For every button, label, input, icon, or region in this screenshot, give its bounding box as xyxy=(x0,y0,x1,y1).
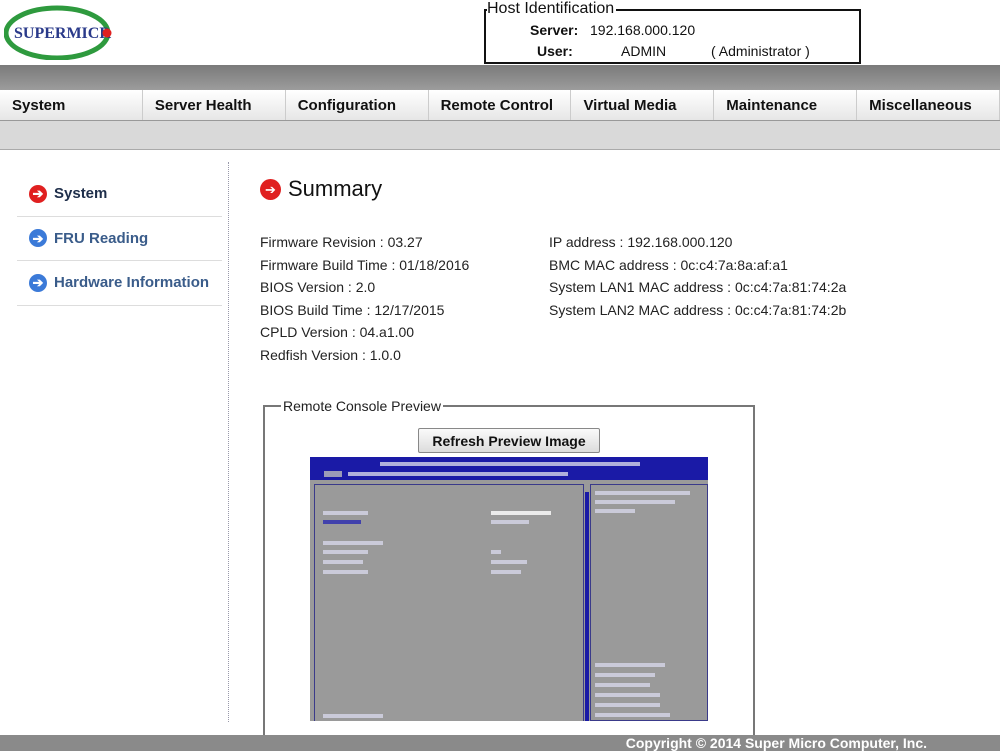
firmware-revision: Firmware Revision : 03.27 xyxy=(260,234,423,250)
nav-server-health[interactable]: Server Health xyxy=(143,90,286,120)
sidebar-item-hardware-information[interactable]: ➔ Hardware Information xyxy=(17,261,222,306)
sidebar-divider xyxy=(228,162,229,722)
preview-legend: Remote Console Preview xyxy=(283,398,441,414)
user-role: ( Administrator ) xyxy=(711,43,810,59)
sidebar: ➔ System ➔ FRU Reading ➔ Hardware Informati… xyxy=(17,172,222,306)
ip-address: IP address : 192.168.000.120 xyxy=(549,234,733,250)
nav-virtual-media[interactable]: Virtual Media xyxy=(571,90,715,120)
firmware-build-time: Firmware Build Time : 01/18/2016 xyxy=(260,256,470,273)
firmware-info: Firmware Revision : 03.27 Firmware Build… xyxy=(260,231,469,366)
supermicro-logo: SUPERMICR xyxy=(4,5,112,60)
lan1-mac-address: System LAN1 MAC address : 0c:c4:7a:81:74… xyxy=(549,279,847,295)
nav-remote-control[interactable]: Remote Control xyxy=(429,90,572,120)
user-value: ADMIN xyxy=(621,43,667,59)
sidebar-item-fru-reading[interactable]: ➔ FRU Reading xyxy=(17,217,222,261)
user-label: User: xyxy=(537,43,573,59)
bmc-mac-address: BMC MAC address : 0c:c4:7a:8a:af:a1 xyxy=(549,256,788,273)
arrow-right-icon: ➔ xyxy=(29,184,47,203)
console-preview-image[interactable] xyxy=(310,457,708,721)
sidebar-item-system[interactable]: ➔ System xyxy=(17,172,222,217)
sidebar-item-label: Hardware Information xyxy=(54,274,210,292)
nav-miscellaneous[interactable]: Miscellaneous xyxy=(857,90,1000,120)
server-label: Server: xyxy=(530,22,579,38)
sidebar-item-label: FRU Reading xyxy=(54,229,149,247)
cpld-version: CPLD Version : 04.a1.00 xyxy=(260,324,415,340)
page-title-text: Summary xyxy=(288,176,383,201)
host-identification-title: Host Identification xyxy=(487,0,617,18)
svg-text:SUPERMICR: SUPERMICR xyxy=(14,25,111,42)
redfish-version: Redfish Version : 1.0.0 xyxy=(260,346,401,363)
bios-header xyxy=(310,457,708,480)
arrow-right-icon: ➔ xyxy=(260,178,281,200)
bios-build-time: BIOS Build Time : 12/17/2015 xyxy=(260,301,445,318)
main-nav: System Server Health Configuration Remot… xyxy=(0,90,1000,121)
bios-main-panel xyxy=(314,484,584,721)
nav-configuration[interactable]: Configuration xyxy=(286,90,429,120)
nav-maintenance[interactable]: Maintenance xyxy=(714,90,858,120)
bios-scrollbar xyxy=(585,492,589,721)
sub-nav-bar xyxy=(0,121,1000,150)
refresh-preview-button[interactable]: Refresh Preview Image xyxy=(418,428,600,453)
page-title: ➔ Summary xyxy=(260,176,382,202)
arrow-right-icon: ➔ xyxy=(29,229,47,248)
bios-version: BIOS Version : 2.0 xyxy=(260,279,376,295)
header-bar xyxy=(0,65,1000,90)
sidebar-item-label: System xyxy=(54,185,108,203)
network-info: IP address : 192.168.000.120 BMC MAC add… xyxy=(549,231,846,321)
bios-help-panel xyxy=(590,484,708,721)
nav-system[interactable]: System xyxy=(0,90,143,120)
arrow-right-icon: ➔ xyxy=(29,273,47,292)
server-value: 192.168.000.120 xyxy=(590,22,696,38)
lan2-mac-address: System LAN2 MAC address : 0c:c4:7a:81:74… xyxy=(549,301,847,318)
footer: Copyright © 2014 Super Micro Computer, I… xyxy=(0,735,1000,751)
